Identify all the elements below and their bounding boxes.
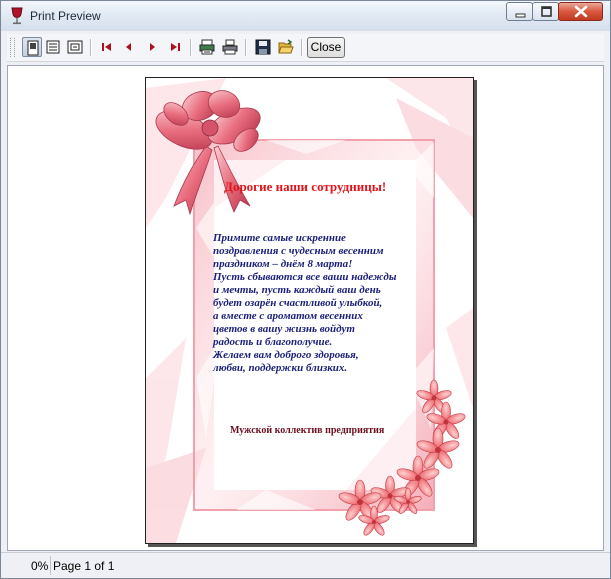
toolbar-separator [190, 39, 192, 56]
single-page-view-button[interactable] [22, 37, 42, 57]
preview-area[interactable]: Дорогие наши сотрудницы! Примите самые и… [7, 65, 604, 551]
toolbar: Close [7, 34, 604, 62]
body-line: радость и благополучие. [213, 336, 333, 348]
first-page-button[interactable] [97, 37, 117, 57]
zoom-indicator: 0% [31, 559, 49, 573]
next-page-icon [150, 43, 155, 51]
body-line: Желаем вам доброго здоровья, [213, 349, 359, 361]
body-line: Пусть сбываются все ваши надежды [213, 271, 397, 283]
first-page-icon [102, 43, 111, 51]
save-button[interactable] [253, 37, 273, 57]
multi-page-icon [46, 40, 60, 54]
print-button[interactable] [220, 37, 240, 57]
body-line: и мечты, пусть каждый ваш день [213, 284, 381, 296]
next-page-button[interactable] [142, 37, 162, 57]
print-preview-window: Print Preview Close Дорогие наши сотрудн… [0, 0, 611, 579]
preview-page: Дорогие наши сотрудницы! Примите самые и… [145, 77, 474, 544]
multi-page-view-button[interactable] [43, 37, 63, 57]
page-indicator: Page 1 of 1 [53, 559, 115, 573]
page-width-view-button[interactable] [65, 37, 85, 57]
last-page-button[interactable] [165, 37, 185, 57]
window-close-button[interactable] [558, 2, 603, 21]
close-button[interactable]: Close [307, 37, 345, 58]
last-page-icon [171, 43, 180, 51]
body-line: Примите самые искренние [213, 232, 346, 244]
body-line: цветов в вашу жизнь войдут [213, 323, 355, 335]
print-setup-button[interactable] [197, 37, 217, 57]
body-line: праздником – днём 8 марта! [213, 258, 353, 270]
wine-glass-icon [11, 7, 23, 25]
greeting-title: Дорогие наши сотрудницы! [224, 179, 387, 194]
status-bar: 0% Page 1 of 1 [1, 552, 610, 578]
minimize-button[interactable] [506, 2, 533, 21]
toolbar-separator [245, 39, 247, 56]
open-button[interactable] [276, 37, 296, 57]
page-width-icon [67, 40, 83, 54]
signature: Мужской коллектив предприятия [230, 425, 385, 436]
print-setup-icon [199, 39, 215, 55]
save-icon [255, 39, 271, 55]
printer-icon [222, 39, 238, 55]
previous-page-button[interactable] [119, 37, 139, 57]
window-title: Print Preview [30, 9, 101, 23]
maximize-button[interactable] [532, 2, 559, 21]
minimize-icon [515, 13, 526, 18]
toolbar-separator [301, 39, 303, 56]
body-line: будет озарён счастливой улыбкой, [213, 297, 383, 309]
toolbar-separator [90, 39, 92, 56]
greeting-body: Примите самые искренние поздравления с ч… [213, 232, 423, 375]
body-line: любви, поддержки близких. [213, 362, 348, 374]
body-line: а вместе с ароматом весенних [213, 310, 363, 322]
maximize-icon [541, 6, 552, 17]
body-line: поздравления с чудесным весенним [213, 245, 384, 257]
toolbar-grip[interactable] [10, 38, 15, 57]
single-page-icon [27, 40, 39, 56]
status-divider [50, 556, 51, 575]
title-bar[interactable]: Print Preview [1, 1, 610, 31]
close-icon [574, 5, 588, 18]
previous-page-icon [126, 43, 131, 51]
open-folder-icon [278, 39, 294, 54]
